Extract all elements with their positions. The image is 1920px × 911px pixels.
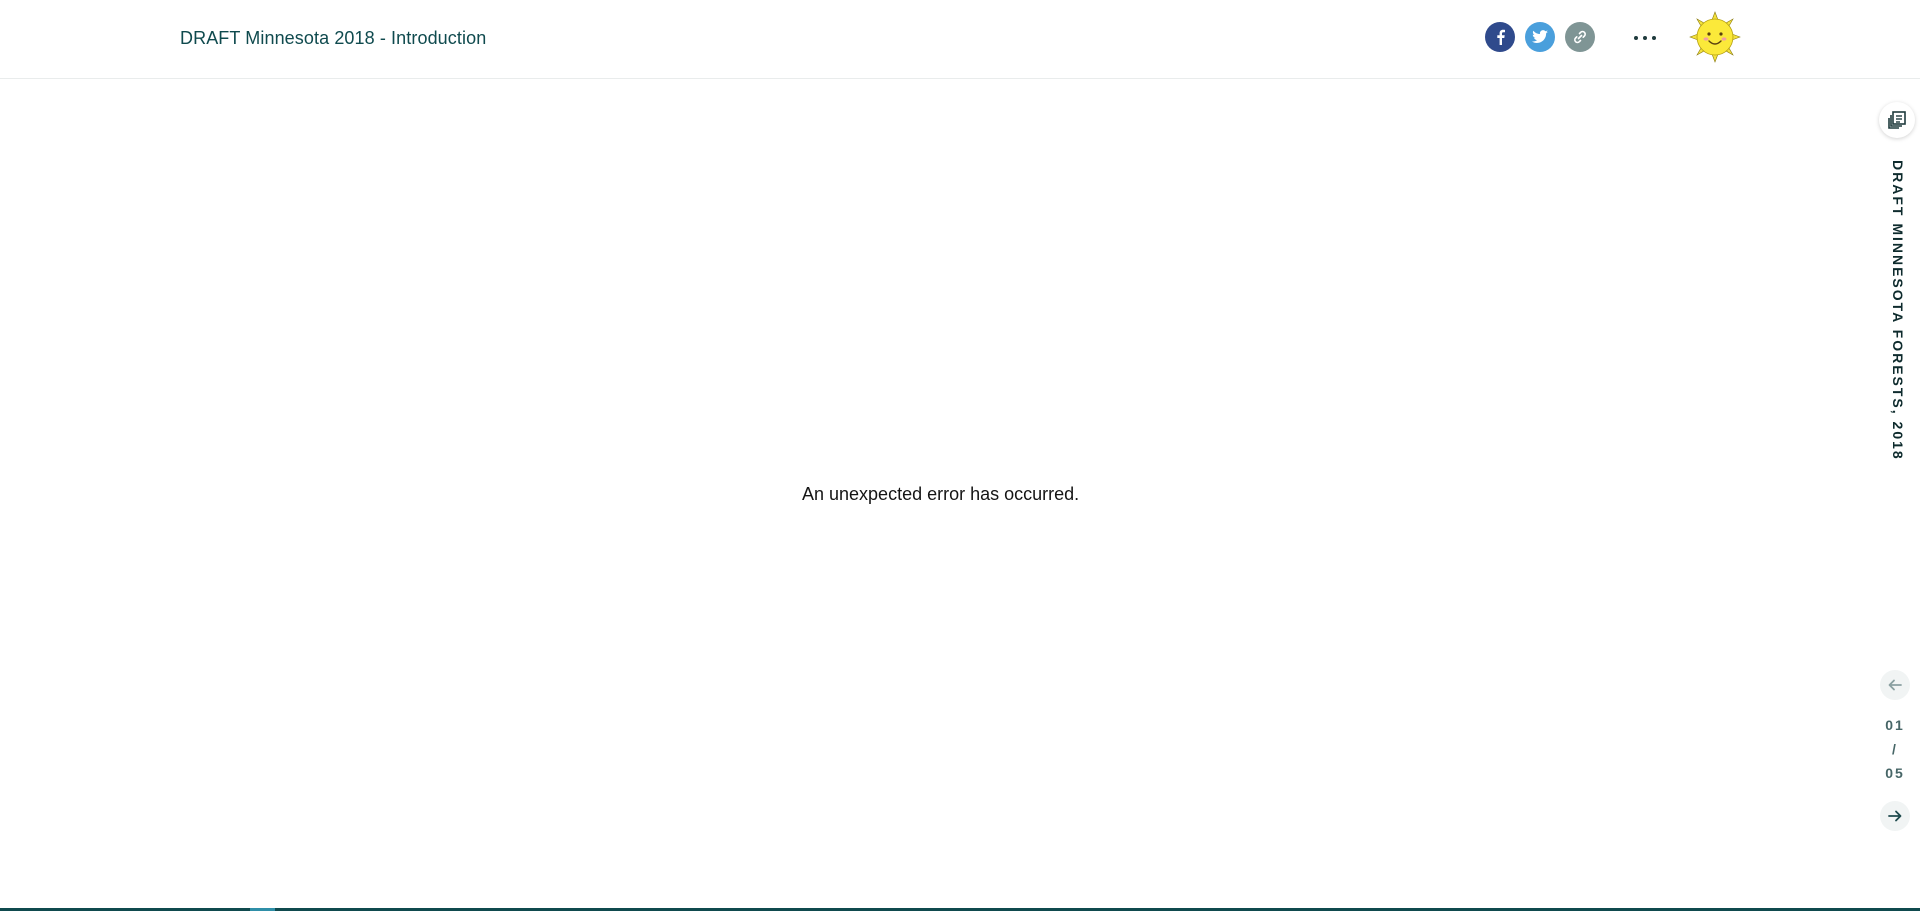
arrow-right-icon [1888, 810, 1902, 822]
story-collection-button[interactable] [1879, 102, 1915, 138]
header-bar: DRAFT Minnesota 2018 - Introduction [0, 0, 1920, 79]
share-facebook-button[interactable] [1485, 22, 1515, 52]
page-counter-total: 05 [1885, 765, 1905, 781]
more-options-button[interactable] [1630, 28, 1660, 48]
story-collection-icon [1888, 111, 1906, 129]
sun-logo-icon [1689, 11, 1741, 63]
share-link-button[interactable] [1565, 22, 1595, 52]
story-vertical-title: DRAFT MINNESOTA FORESTS, 2018 [1890, 160, 1906, 461]
link-icon [1574, 30, 1586, 44]
more-options-dot [1643, 36, 1647, 40]
story-page: DRAFT Minnesota 2018 - Introduction An u… [0, 0, 1920, 911]
arrow-left-icon [1888, 679, 1902, 691]
previous-button[interactable] [1880, 670, 1910, 700]
twitter-icon [1532, 30, 1548, 43]
error-message: An unexpected error has occurred. [802, 484, 1080, 504]
next-button[interactable] [1880, 801, 1910, 831]
page-counter-separator: / [1892, 741, 1898, 757]
page-title: DRAFT Minnesota 2018 - Introduction [180, 28, 487, 48]
more-options-icon [1634, 36, 1638, 40]
facebook-icon [1497, 29, 1505, 45]
sun-logo[interactable] [1689, 11, 1741, 63]
page-counter-current: 01 [1885, 717, 1905, 733]
share-twitter-button[interactable] [1525, 22, 1555, 52]
more-options-dot [1652, 36, 1656, 40]
